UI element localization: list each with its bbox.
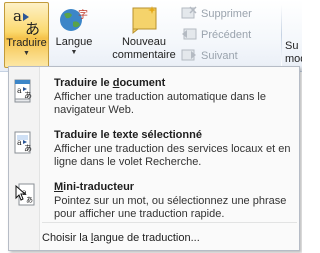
previous-label: Précédent [201,29,252,41]
new-comment-label-1: Nouveau [121,36,167,48]
translate-document-title-prefix: Traduire le [54,77,113,89]
translate-selection-icon: a あ [14,131,32,154]
menu-item-mini-translator[interactable]: a あ Mini-traducteur Pointez sur un mot, … [9,180,299,220]
translate-icon: a あ [13,7,40,36]
svg-text:a: a [17,138,22,147]
svg-text:字: 字 [78,8,88,21]
language-icon: 字 [60,8,88,31]
word-review-window: a あ Traduire ▼ 字 Langue ▼ Nouveau commen… [0,0,302,253]
translate-dropdown-menu: a あ Traduire le document Afficher une tr… [8,66,300,251]
translate-label: Traduire [6,37,47,49]
previous-comment-button[interactable]: Précédent [181,26,276,44]
mini-translator-icon: a あ [15,183,35,206]
group-separator [281,4,282,66]
menu-item-choose-language[interactable]: Choisir la langue de traduction... [42,231,200,245]
translate-button[interactable]: a あ Traduire ▼ [4,2,49,68]
menu-item-translate-selection[interactable]: a あ Traduire le texte sélectionné Affich… [9,128,299,168]
svg-text:あ: あ [25,20,40,36]
chevron-down-icon: ▼ [23,50,30,57]
next-label: Suivant [201,50,238,62]
svg-text:あ: あ [24,91,32,100]
svg-text:あ: あ [26,196,33,204]
translate-selection-description: Afficher une traduction des services loc… [54,143,291,168]
previous-comment-icon [182,28,197,40]
menu-separator [42,222,297,223]
delete-label: Supprimer [201,8,252,20]
delete-comment-icon [181,6,197,19]
chevron-down-icon: ▼ [70,49,78,56]
mini-translator-description: Pointez sur un mot, ou sélectionnez une … [54,195,287,220]
translate-selection-title: Traduire le texte sélectionné [54,129,202,141]
mini-translator-title: Mini-traducteur [54,180,134,194]
svg-text:a: a [17,86,22,95]
next-comment-button[interactable]: Suivant [181,47,276,65]
language-button[interactable]: 字 Langue ▼ [51,2,97,68]
truncated-track-changes-button[interactable]: Su modi [285,40,302,66]
translate-document-description: Afficher une traduction automatique dans… [54,91,266,116]
menu-item-translate-document[interactable]: a あ Traduire le document Afficher une tr… [9,76,299,116]
translate-document-title-suffix: ocument [119,77,166,89]
new-comment-icon [132,6,157,35]
mini-translator-accelerator: M [54,181,64,193]
truncated-label-1: Su [285,40,299,52]
translate-document-icon: a あ [14,79,32,103]
choose-language-prefix: Choisir la [42,232,91,244]
svg-text:a: a [13,7,22,25]
new-comment-label-2: commentaire [112,49,176,61]
mini-translator-title-suffix: ini-traducteur [63,181,135,193]
review-ribbon: a あ Traduire ▼ 字 Langue ▼ Nouveau commen… [0,0,302,72]
language-label: Langue [55,36,93,48]
truncated-label-2: modi [285,53,302,65]
next-comment-icon [181,49,196,61]
delete-comment-button[interactable]: Supprimer [181,5,276,23]
new-comment-button[interactable]: Nouveau commentaire [104,2,184,68]
choose-language-suffix: angue de traduction... [93,232,200,244]
translate-document-title: Traduire le document [54,76,165,90]
svg-text:あ: あ [24,144,32,153]
